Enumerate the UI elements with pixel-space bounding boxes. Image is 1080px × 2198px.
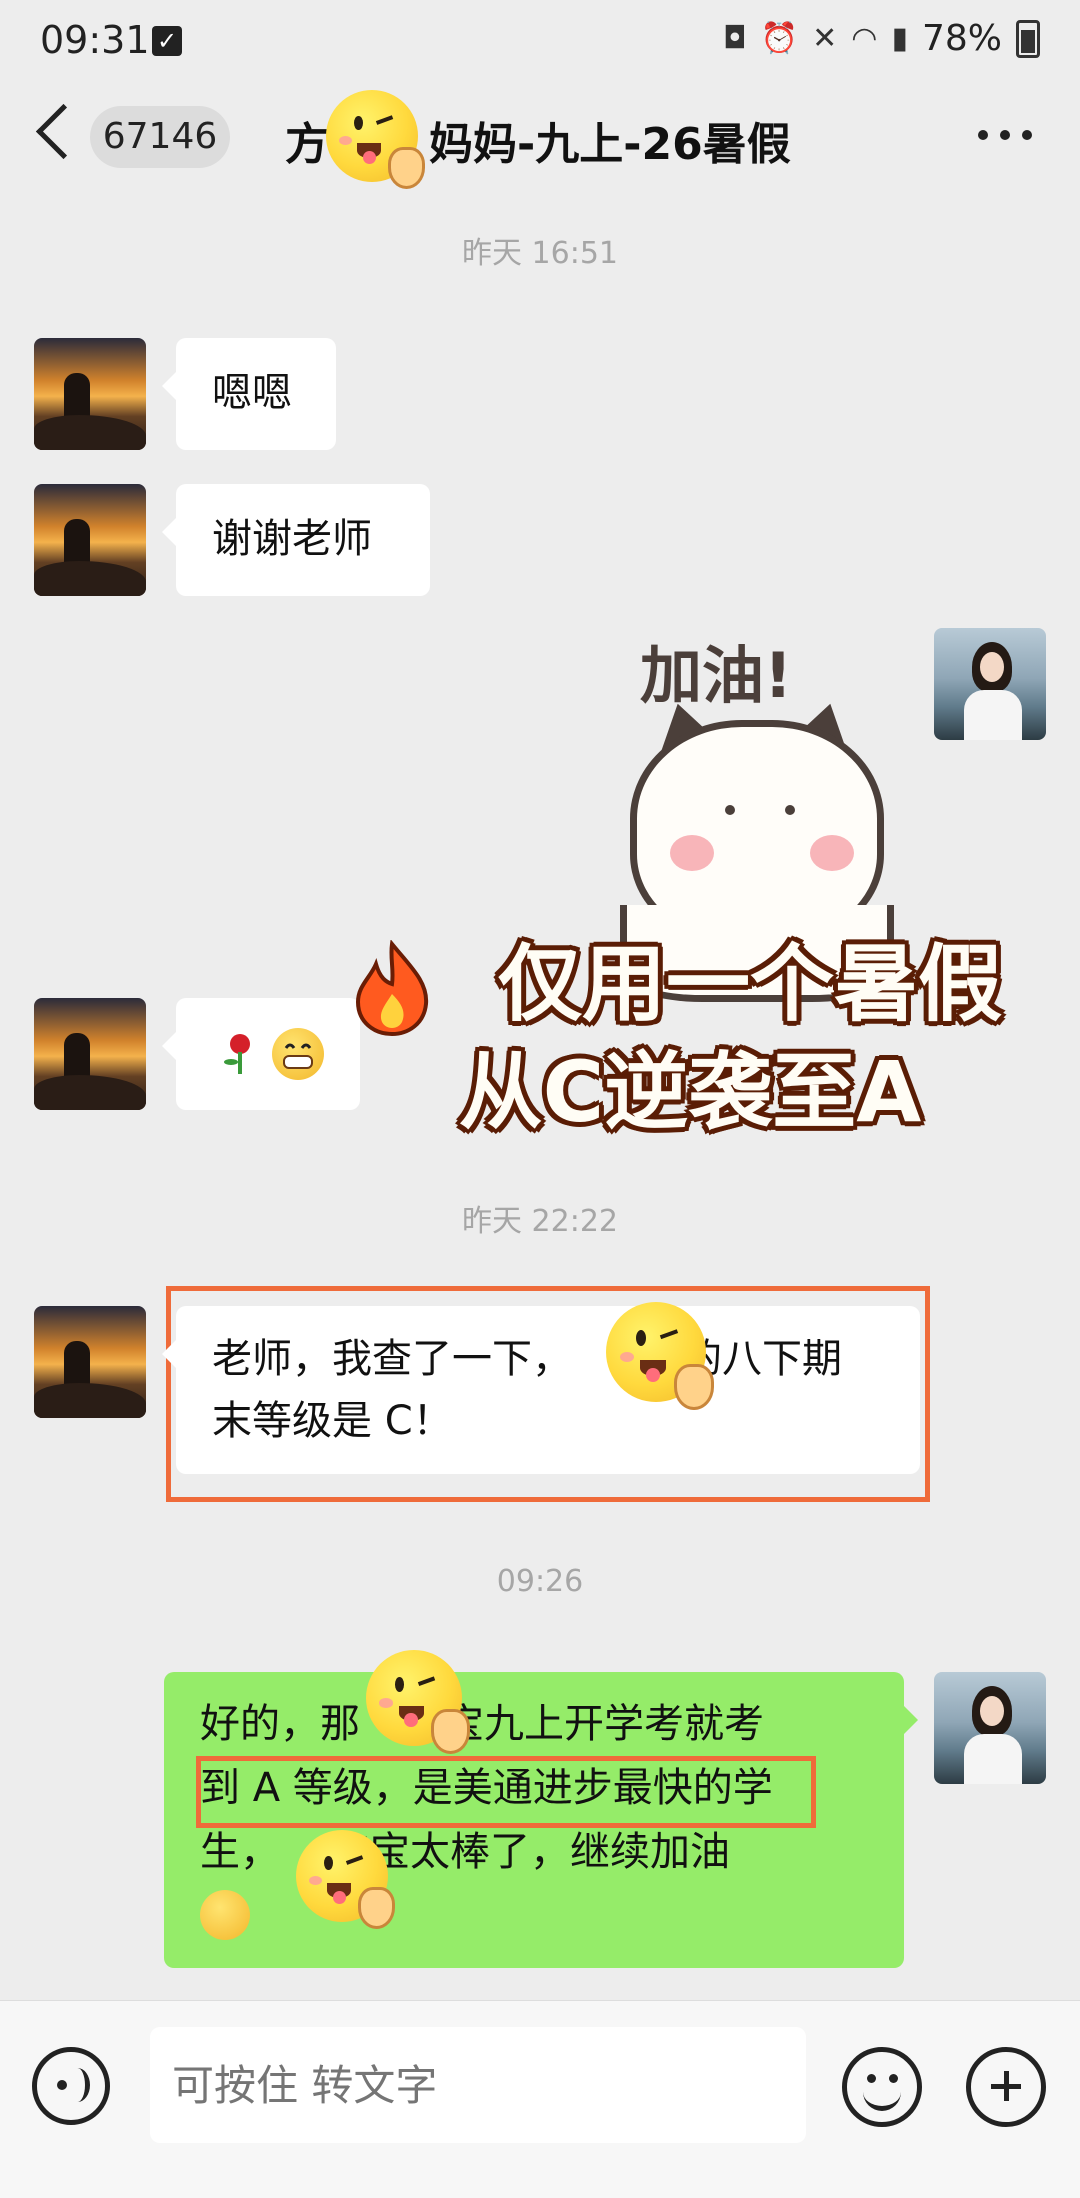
message-timestamp: 昨天 16:51 [462,236,618,271]
mute-icon: ✕ [812,21,838,56]
back-chevron-icon[interactable] [35,103,92,160]
promo-line-2: 从C逆袭至A [458,1043,922,1141]
message-bubble-incoming[interactable]: 谢谢老师 [162,484,430,596]
sticker-emoji-icon [326,90,426,190]
promo-overlay: 仅用一个暑假 从C逆袭至A [340,930,1040,1146]
message-text: 生， [200,1829,280,1875]
contact-avatar[interactable] [34,338,146,450]
status-bar: 09:31 ✓ ◘ ⏰ ✕ ◠ ▮ 78% [0,0,1080,86]
battery-percent: 78% [921,18,1002,59]
chat-title-prefix: 方 [285,119,329,170]
message-bubble-incoming[interactable]: 老师，我查了一下， 的八下期 末等级是 C！ [162,1306,920,1474]
grin-icon [272,1028,324,1080]
input-bar [0,2000,1080,2198]
message-timestamp: 09:26 [496,1564,584,1599]
message-text: 嗯嗯 [212,370,292,416]
message-timestamp: 昨天 22:22 [462,1204,618,1239]
contact-avatar[interactable] [34,998,146,1110]
contact-avatar[interactable] [34,484,146,596]
highlight-box [196,1756,816,1828]
plus-icon[interactable] [966,2047,1046,2127]
lock-icon: ◘ [723,21,747,56]
unread-count-badge[interactable]: 67146 [90,106,230,168]
message-text: 末等级是 C！ [212,1398,453,1444]
alarm-icon: ⏰ [760,21,799,56]
my-avatar[interactable] [934,628,1046,740]
thinking-emoji-icon [200,1890,250,1940]
status-icons: ◘ ⏰ ✕ ◠ ▮ 78% [723,18,1040,59]
check-icon: ✓ [152,26,182,56]
wifi-icon: ◠ [851,21,878,56]
promo-line-1: 仅用一个暑假 [497,935,1002,1033]
sticker-emoji-icon [366,1650,470,1754]
sticker-text: 加油! [640,639,793,712]
chat-title-suffix: 妈妈-九上-26暑假 [429,119,791,170]
rose-icon [224,1034,250,1074]
message-input[interactable] [150,2027,806,2143]
message-text: 好的，那 [200,1701,360,1747]
emoji-icon[interactable] [842,2047,922,2127]
chat-header: 67146 方 妈妈-九上-26暑假 [0,86,1080,196]
message-bubble-incoming[interactable]: 嗯嗯 [162,338,336,450]
status-time: 09:31 [40,18,150,62]
more-options-icon[interactable] [978,130,1032,140]
message-text: 谢谢老师 [212,516,372,562]
contact-avatar[interactable] [34,1306,146,1418]
battery-icon [1016,19,1040,58]
sticker-emoji-icon [296,1830,396,1930]
message-text: 宝宝太棒了，继续加油 [330,1829,730,1875]
my-avatar[interactable] [934,1672,1046,1784]
signal-icon: ▮ [891,21,908,56]
sticker-emoji-icon [606,1302,714,1410]
voice-input-icon[interactable] [32,2047,110,2125]
message-text: 老师，我查了一下， [212,1336,572,1382]
message-bubble-incoming[interactable] [162,998,360,1110]
